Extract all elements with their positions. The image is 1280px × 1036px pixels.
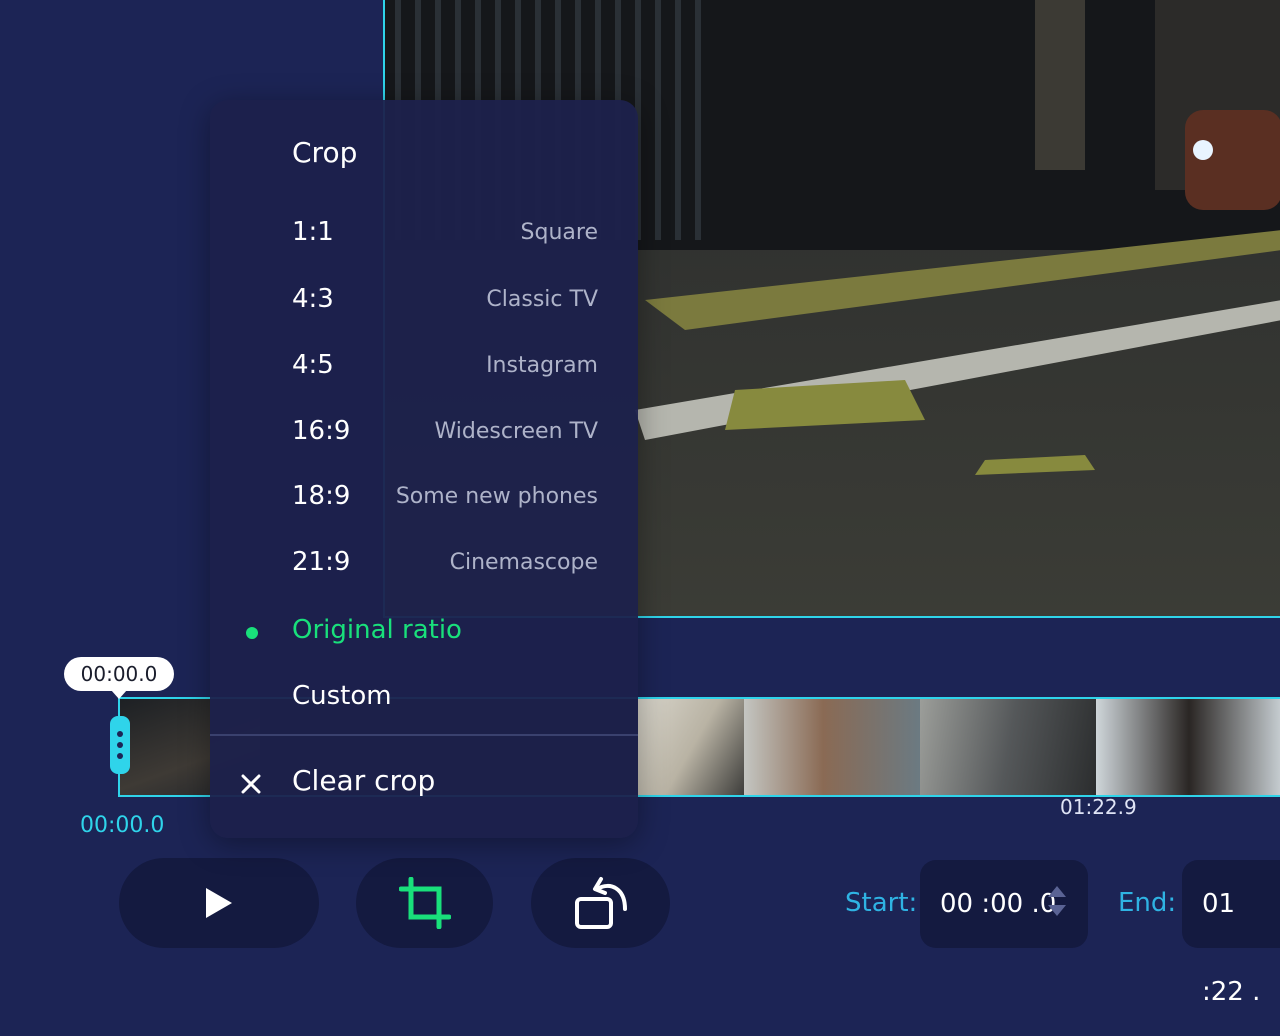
start-label: Start:: [845, 888, 918, 918]
crop-option-4-5[interactable]: 4:5 Instagram: [210, 342, 638, 392]
crop-option-ratio: Original ratio: [292, 615, 462, 645]
crop-option-desc: Cinemascope: [449, 550, 598, 575]
crop-option-4-3[interactable]: 4:3 Classic TV: [210, 276, 638, 326]
play-icon: [206, 888, 232, 918]
spinner-up-icon[interactable]: [1048, 886, 1066, 897]
crop-option-custom[interactable]: Custom: [210, 673, 638, 723]
thumbnail-car: [638, 699, 744, 795]
crop-option-ratio: 21:9: [292, 547, 351, 577]
crop-icon: [398, 877, 451, 929]
crop-option-18-9[interactable]: 18:9 Some new phones: [210, 473, 638, 523]
play-button[interactable]: [119, 858, 319, 948]
close-icon: [241, 774, 261, 794]
rotate-icon: [574, 877, 627, 929]
crop-menu-title: Crop: [292, 136, 358, 169]
crop-option-desc: Widescreen TV: [434, 419, 599, 444]
crop-option-original[interactable]: Original ratio: [210, 607, 638, 657]
rotate-button[interactable]: [531, 858, 670, 948]
end-time-label: 01:22.9: [1060, 795, 1137, 819]
start-time-field[interactable]: 00 :00 .0: [920, 860, 1088, 948]
crop-menu: Crop 1:1 Square 4:3 Classic TV 4:5 Insta…: [210, 100, 638, 838]
thumbnail-pavement: [920, 699, 1096, 795]
thumbnail-woman: [1096, 699, 1280, 795]
crop-button[interactable]: [356, 858, 493, 948]
crop-option-ratio: 4:5: [292, 350, 334, 380]
thumbnail-man: [744, 699, 920, 795]
clear-crop-label: Clear crop: [292, 764, 436, 797]
crop-option-21-9[interactable]: 21:9 Cinemascope: [210, 539, 638, 589]
crop-option-ratio: 16:9: [292, 416, 351, 446]
crop-option-desc: Square: [520, 220, 598, 245]
trim-handle-start[interactable]: [110, 716, 130, 774]
menu-divider: [210, 734, 638, 736]
playhead-time-bubble: 00:00.0: [64, 657, 174, 699]
end-label: End:: [1118, 888, 1177, 918]
crop-option-ratio: Custom: [292, 681, 392, 711]
crop-option-1-1[interactable]: 1:1 Square: [210, 209, 638, 259]
crop-option-ratio: 4:3: [292, 284, 334, 314]
crop-option-ratio: 18:9: [292, 481, 351, 511]
selected-dot-icon: [246, 627, 258, 639]
spinner-down-icon[interactable]: [1048, 905, 1066, 916]
end-time-value: 01 :22 .: [1202, 889, 1261, 1007]
end-time-field[interactable]: 01 :22 .: [1182, 860, 1280, 1007]
start-time-value: 00 :00 .0: [940, 889, 1057, 919]
start-spinner[interactable]: [1048, 886, 1066, 916]
crop-option-16-9[interactable]: 16:9 Widescreen TV: [210, 408, 638, 458]
crop-option-desc: Instagram: [486, 353, 598, 378]
crop-option-desc: Some new phones: [395, 484, 598, 509]
current-time-label: 00:00.0: [80, 813, 165, 838]
crop-option-ratio: 1:1: [292, 217, 334, 247]
crop-option-desc: Classic TV: [486, 287, 598, 312]
